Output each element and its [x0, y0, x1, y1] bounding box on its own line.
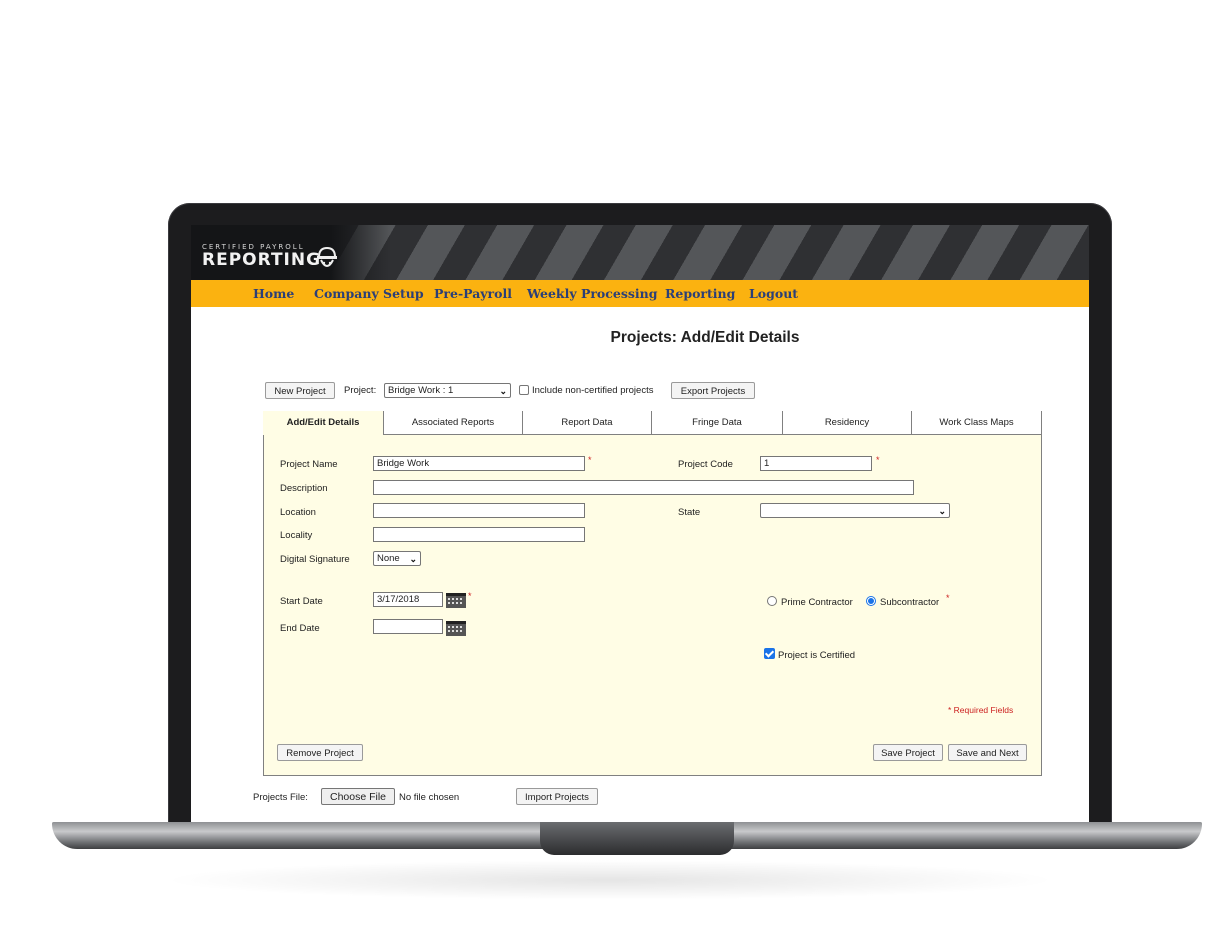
- project-select-label: Project:: [344, 385, 377, 396]
- state-select[interactable]: ⌄: [760, 503, 950, 518]
- start-date-input[interactable]: 3/17/2018: [373, 592, 443, 607]
- digital-signature-select[interactable]: None ⌄: [373, 551, 421, 566]
- digital-signature-label: Digital Signature: [280, 554, 350, 565]
- tab-bar: Add/Edit Details Associated Reports Repo…: [263, 411, 1042, 435]
- laptop-screen: CERTIFIED PAYROLL REPORTING Home Company…: [191, 225, 1089, 822]
- required-fields-note: * Required Fields: [948, 705, 1014, 715]
- project-select[interactable]: Bridge Work : 1 ⌄: [384, 383, 511, 398]
- projects-file-label: Projects File:: [253, 792, 308, 803]
- project-certified-checkbox[interactable]: [764, 648, 775, 659]
- nav-pre-payroll[interactable]: Pre-Payroll: [434, 286, 512, 301]
- nav-reporting[interactable]: Reporting: [665, 286, 735, 301]
- file-status-text: No file chosen: [399, 792, 460, 803]
- laptop-shadow: [160, 860, 1060, 900]
- include-noncertified-checkbox[interactable]: [519, 385, 529, 395]
- nav-company-setup[interactable]: Company Setup: [314, 286, 424, 301]
- subcontractor-label: Subcontractor: [880, 597, 940, 608]
- description-input[interactable]: [373, 480, 914, 495]
- save-project-button[interactable]: Save Project: [873, 744, 943, 761]
- nav-weekly-processing[interactable]: Weekly Processing: [527, 286, 658, 301]
- required-marker: *: [946, 593, 950, 603]
- location-input[interactable]: [373, 503, 585, 518]
- project-code-label: Project Code: [678, 459, 733, 470]
- tab-residency[interactable]: Residency: [783, 411, 912, 435]
- project-certified-label: Project is Certified: [778, 650, 856, 661]
- choose-file-button[interactable]: Choose File: [321, 788, 395, 805]
- project-name-label: Project Name: [280, 459, 338, 470]
- include-noncertified-label: Include non-certified projects: [532, 385, 654, 396]
- locality-input[interactable]: [373, 527, 585, 542]
- state-label: State: [678, 507, 701, 518]
- export-projects-button[interactable]: Export Projects: [671, 382, 755, 399]
- start-date-label: Start Date: [280, 596, 323, 607]
- location-label: Location: [280, 507, 316, 518]
- remove-project-button[interactable]: Remove Project: [277, 744, 363, 761]
- required-marker: *: [876, 455, 880, 465]
- header-banner: CERTIFIED PAYROLL REPORTING: [191, 225, 1089, 280]
- project-name-input[interactable]: Bridge Work: [373, 456, 585, 471]
- tab-fringe-data[interactable]: Fringe Data: [652, 411, 783, 435]
- calendar-icon[interactable]: [446, 621, 466, 636]
- save-and-next-button[interactable]: Save and Next: [948, 744, 1027, 761]
- tab-associated-reports[interactable]: Associated Reports: [384, 411, 523, 435]
- required-marker: *: [468, 591, 472, 601]
- description-label: Description: [280, 483, 328, 494]
- calendar-icon[interactable]: [446, 593, 466, 608]
- chevron-down-icon: ⌄: [938, 506, 946, 516]
- main-nav: Home Company Setup Pre-Payroll Weekly Pr…: [191, 280, 1089, 307]
- laptop-notch: [540, 822, 734, 855]
- prime-contractor-label: Prime Contractor: [781, 597, 853, 608]
- required-marker: *: [588, 455, 592, 465]
- tab-add-edit-details[interactable]: Add/Edit Details: [263, 411, 384, 435]
- nav-home[interactable]: Home: [253, 286, 294, 301]
- subcontractor-radio[interactable]: [866, 596, 876, 606]
- locality-label: Locality: [280, 530, 313, 541]
- chevron-down-icon: ⌄: [499, 386, 507, 396]
- tab-report-data[interactable]: Report Data: [523, 411, 652, 435]
- end-date-input[interactable]: [373, 619, 443, 634]
- logo-wordmark[interactable]: REPORTING: [202, 250, 321, 270]
- project-code-input[interactable]: 1: [760, 456, 872, 471]
- nav-logout[interactable]: Logout: [749, 286, 798, 301]
- prime-contractor-radio[interactable]: [767, 596, 777, 606]
- tab-work-class-maps[interactable]: Work Class Maps: [912, 411, 1041, 435]
- new-project-button[interactable]: New Project: [265, 382, 335, 399]
- page-title: Projects: Add/Edit Details: [610, 329, 800, 346]
- end-date-label: End Date: [280, 623, 320, 634]
- chevron-down-icon: ⌄: [409, 554, 417, 564]
- import-projects-button[interactable]: Import Projects: [516, 788, 598, 805]
- hardhat-worker-icon: [317, 246, 337, 267]
